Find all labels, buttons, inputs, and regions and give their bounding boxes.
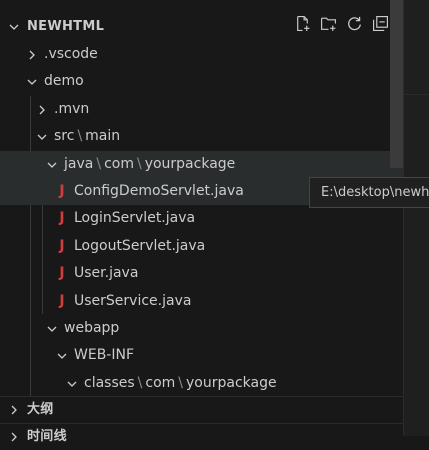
editor-divider xyxy=(404,94,429,95)
chevron-down-icon xyxy=(44,151,60,178)
tree-item-label: User.java xyxy=(74,265,139,281)
explorer-actions xyxy=(291,14,391,36)
tree-item-classes-com-yourpackage[interactable]: classes \ com \ yourpackage xyxy=(0,370,403,397)
path-separator: \ xyxy=(136,156,142,172)
explorer-panel: NEWHTML .vscode demo .mvn src \ main jav… xyxy=(0,0,403,444)
chevron-down-icon xyxy=(54,342,70,369)
path-segment: java xyxy=(64,156,94,172)
path-segment: src xyxy=(54,128,75,144)
refresh-button[interactable] xyxy=(343,14,365,36)
scrollbar-thumb[interactable] xyxy=(390,0,403,168)
java-file-icon: J xyxy=(59,183,65,199)
tree-item-label: LoginServlet.java xyxy=(74,210,196,226)
tree-item-label: demo xyxy=(44,73,84,89)
editor-tab-strip xyxy=(404,0,429,92)
tree-item-label: .vscode xyxy=(44,46,98,62)
tree-item-demo[interactable]: demo xyxy=(0,68,403,95)
path-segment: classes xyxy=(84,375,135,391)
path-separator: \ xyxy=(96,156,102,172)
new-folder-button[interactable] xyxy=(317,14,339,36)
tree-item-loginservlet[interactable]: J LoginServlet.java xyxy=(0,205,403,232)
path-separator: \ xyxy=(178,375,184,391)
editor-area-edge xyxy=(403,0,429,436)
refresh-icon xyxy=(346,15,363,36)
tree-item-logoutservlet[interactable]: J LogoutServlet.java xyxy=(0,233,403,260)
chevron-down-icon xyxy=(64,370,80,397)
path-segment: yourpackage xyxy=(144,156,236,172)
chevron-right-icon xyxy=(6,396,22,423)
tree-item-java-com-yourpackage[interactable]: java \ com \ yourpackage xyxy=(0,151,403,178)
path-segment: yourpackage xyxy=(186,375,277,391)
java-file-icon: J xyxy=(59,238,65,254)
tree-item-src-main[interactable]: src \ main xyxy=(0,123,403,150)
tree-item-web-inf[interactable]: WEB-INF xyxy=(0,342,403,369)
chevron-right-icon xyxy=(34,96,50,123)
chevron-down-icon xyxy=(6,13,22,40)
timeline-section-label: 时间线 xyxy=(27,429,67,444)
outline-section-label: 大纲 xyxy=(27,402,54,417)
chevron-down-icon xyxy=(44,315,60,342)
java-file-icon: J xyxy=(59,210,65,226)
java-file-icon: J xyxy=(59,293,65,309)
chevron-down-icon xyxy=(34,123,50,150)
outline-section-header[interactable]: 大纲 xyxy=(0,396,403,423)
collapse-all-icon xyxy=(372,15,389,36)
tree-item-label: src \ main xyxy=(54,123,120,150)
tree-item-label: ConfigDemoServlet.java xyxy=(74,183,244,199)
java-file-icon: J xyxy=(59,265,65,281)
tree-item-label: WEB-INF xyxy=(74,347,134,363)
path-segment: com xyxy=(145,375,176,391)
path-segment: com xyxy=(104,156,134,172)
collapse-all-button[interactable] xyxy=(369,14,391,36)
tree-item-label: UserService.java xyxy=(74,293,192,309)
new-file-icon xyxy=(294,15,311,36)
timeline-section-header[interactable]: 时间线 xyxy=(0,423,403,450)
tree-item-vscode[interactable]: .vscode xyxy=(0,41,403,68)
chevron-right-icon xyxy=(24,41,40,68)
tree-item-label: .mvn xyxy=(54,101,90,117)
root-folder-label: NEWHTML xyxy=(27,19,105,34)
path-separator: \ xyxy=(137,375,143,391)
chevron-right-icon xyxy=(6,423,22,450)
tree-item-label: java \ com \ yourpackage xyxy=(64,151,235,178)
tree-item-webapp[interactable]: webapp xyxy=(0,315,403,342)
path-segment: main xyxy=(85,128,121,144)
tree-item-label: webapp xyxy=(64,320,120,336)
tree-item-mvn[interactable]: .mvn xyxy=(0,96,403,123)
file-path-tooltip: E:\desktop\newh xyxy=(309,177,429,208)
path-separator: \ xyxy=(77,128,83,144)
tree-item-user[interactable]: J User.java xyxy=(0,260,403,287)
tree-item-label: classes \ com \ yourpackage xyxy=(84,370,277,397)
chevron-down-icon xyxy=(24,68,40,95)
tree-item-label: LogoutServlet.java xyxy=(74,238,206,254)
new-folder-icon xyxy=(320,15,337,36)
new-file-button[interactable] xyxy=(291,14,313,36)
tree-item-userservice[interactable]: J UserService.java xyxy=(0,288,403,315)
